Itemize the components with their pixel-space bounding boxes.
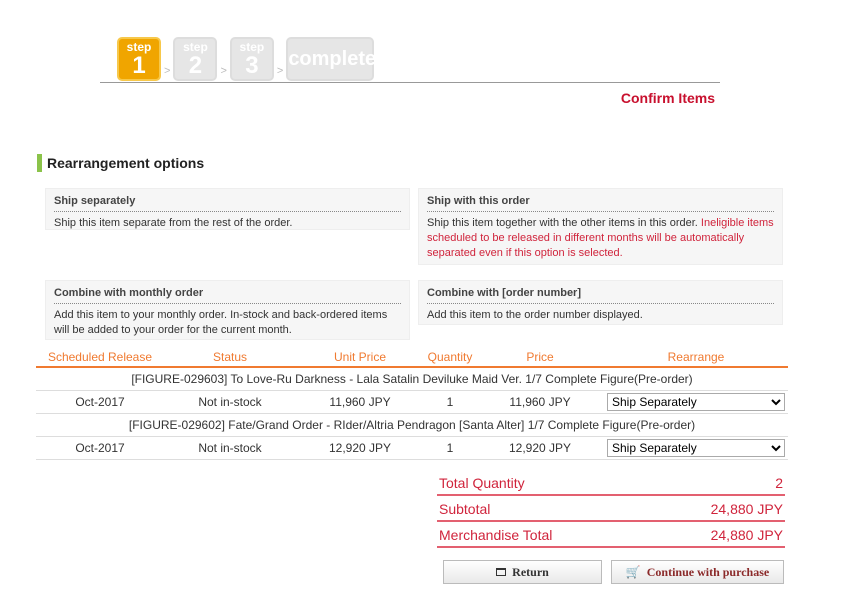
section-title: Rearrangement options [37,154,204,172]
quantity-cell: 1 [424,390,476,414]
table-row: Oct-2017 Not in-stock 11,960 JPY 1 11,96… [36,390,788,414]
col-scheduled-release: Scheduled Release [36,347,164,368]
option-title: Ship separately [54,195,401,212]
total-value: 2 [775,475,783,491]
divider [100,82,720,83]
quantity-cell: 1 [424,436,476,460]
step-separator: > [220,65,227,77]
option-ship-with-order: Ship with this order Ship this item toge… [418,188,783,265]
item-title-row: [FIGURE-029603] To Love-Ru Darkness - La… [36,367,788,391]
price-cell: 11,960 JPY [476,390,604,414]
option-combine-monthly: Combine with monthly order Add this item… [45,280,410,340]
rearrange-select[interactable]: Ship Separately [607,392,785,411]
total-value: 24,880 JPY [710,501,783,517]
step-1: step 1 [117,37,161,81]
item-title: [FIGURE-029602] Fate/Grand Order - RIder… [36,413,788,437]
release-cell: Oct-2017 [36,390,164,414]
continue-label: Continue with purchase [646,564,770,579]
release-cell: Oct-2017 [36,436,164,460]
step-indicator: step 1 > step 2 > step 3 > complete [117,37,376,81]
step-separator: > [164,65,171,77]
page-title: Confirm Items [620,90,715,106]
step-2: step 2 [173,37,218,81]
return-label: Return [512,564,549,579]
items-table: Scheduled Release Status Unit Price Quan… [36,347,788,460]
step-complete: complete [286,37,376,81]
option-ship-separately: Ship separately Ship this item separate … [45,188,410,230]
merchandise-total-row: Merchandise Total 24,880 JPY [437,522,785,548]
cart-icon: 🛒 [625,564,641,579]
item-title: [FIGURE-029603] To Love-Ru Darkness - La… [36,367,788,391]
col-unit-price: Unit Price [296,347,424,368]
total-value: 24,880 JPY [710,527,783,543]
col-rearrange: Rearrange [604,347,788,368]
option-title: Ship with this order [427,195,774,212]
option-title: Combine with [order number] [427,287,774,304]
price-cell: 12,920 JPY [476,436,604,460]
option-text: Ship this item together with the other i… [427,217,701,229]
table-row: Oct-2017 Not in-stock 12,920 JPY 1 12,92… [36,436,788,460]
option-title: Combine with monthly order [54,287,401,304]
continue-purchase-button[interactable]: 🛒 Continue with purchase [611,560,784,584]
subtotal-row: Subtotal 24,880 JPY [437,496,785,522]
window-icon [496,568,507,576]
total-label: Merchandise Total [439,527,553,543]
unit-price-cell: 11,960 JPY [296,390,424,414]
option-text: Add this item to the order number displa… [427,309,643,321]
return-button[interactable]: Return [443,560,602,584]
item-title-row: [FIGURE-029602] Fate/Grand Order - RIder… [36,413,788,437]
unit-price-cell: 12,920 JPY [296,436,424,460]
col-price: Price [476,347,604,368]
total-quantity-row: Total Quantity 2 [437,470,785,496]
order-totals: Total Quantity 2 Subtotal 24,880 JPY Merch… [437,470,785,548]
rearrange-cell: Ship Separately [604,390,788,414]
status-cell: Not in-stock [164,390,296,414]
option-combine-order-number: Combine with [order number] Add this ite… [418,280,783,325]
rearrange-cell: Ship Separately [604,436,788,460]
option-text: Ship this item separate from the rest of… [54,217,293,229]
total-label: Total Quantity [439,475,525,491]
rearrange-select[interactable]: Ship Separately [607,438,785,457]
option-text: Add this item to your monthly order. In-… [54,309,388,336]
step-separator: > [276,65,284,77]
status-cell: Not in-stock [164,436,296,460]
col-quantity: Quantity [424,347,476,368]
col-status: Status [164,347,296,368]
step-3: step 3 [229,37,274,81]
total-label: Subtotal [439,501,491,517]
